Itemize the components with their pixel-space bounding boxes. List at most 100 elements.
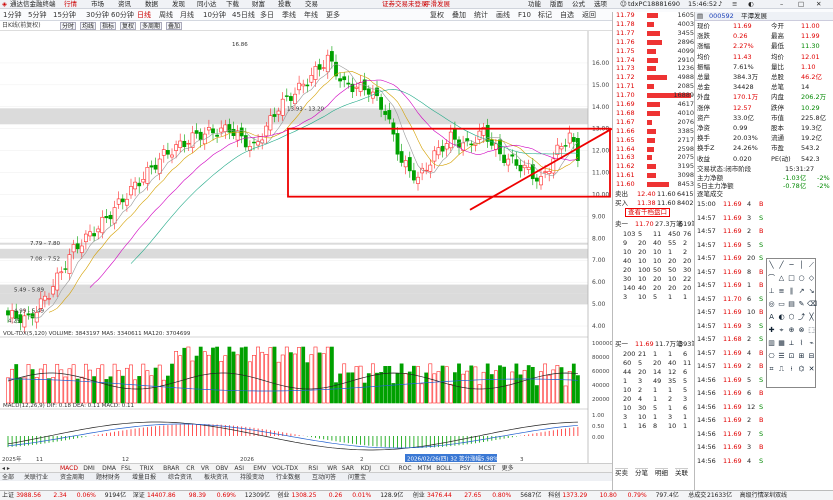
nav-market[interactable]: 市场 xyxy=(91,0,104,9)
drawing-tool-icon[interactable]: ─ xyxy=(787,261,796,270)
drawing-tool-icon[interactable]: ╱ xyxy=(777,261,786,270)
drawing-tool-icon[interactable]: ◐ xyxy=(777,313,786,322)
info-tab[interactable]: 互动问答 xyxy=(312,473,336,482)
drawing-tool-icon[interactable]: ⌬ xyxy=(797,365,806,374)
info-tab[interactable]: 持股变动 xyxy=(240,473,264,482)
ladder-row[interactable]: 11.74 2910 xyxy=(613,56,695,65)
ladder-row[interactable]: 11.76 2896 xyxy=(613,38,695,47)
drawing-tool-icon[interactable]: ≡ xyxy=(777,287,786,296)
drawing-tool-icon[interactable]: ╲ xyxy=(767,261,776,270)
menu-options[interactable]: 选项 xyxy=(594,0,607,9)
period-daily[interactable]: 日线 xyxy=(137,9,151,21)
info-tab[interactable]: 板块资讯 xyxy=(204,473,228,482)
back-button[interactable]: 返回 xyxy=(582,9,596,21)
ladder-row[interactable]: 11.71 2085 xyxy=(613,83,695,91)
period-60min[interactable]: 60分钟 xyxy=(111,9,134,21)
drawing-tool-icon[interactable]: │ xyxy=(797,261,806,270)
watchlist-button[interactable]: 自选 xyxy=(560,9,574,21)
period-5min[interactable]: 5分钟 xyxy=(28,9,46,21)
ladder-row[interactable]: 11.73 1236 xyxy=(613,65,695,73)
drawing-tool-icon[interactable]: ✎ xyxy=(797,300,806,309)
drawing-tool-icon[interactable]: □ xyxy=(787,274,796,283)
drawline-button[interactable]: 画线 xyxy=(496,9,510,21)
drawing-tool-icon[interactable]: ⊟ xyxy=(807,352,816,361)
drawing-tool-icon[interactable]: ╳ xyxy=(807,313,816,322)
ladder-row[interactable]: 11.65 2717 xyxy=(613,136,695,145)
period-more[interactable]: 更多 xyxy=(326,9,340,21)
drawing-tool-icon[interactable]: ⌖ xyxy=(777,326,786,335)
period-monthly[interactable]: 月线 xyxy=(180,9,194,21)
nav-data[interactable]: 数据 xyxy=(145,0,158,9)
period-15min[interactable]: 15分钟 xyxy=(53,9,76,21)
menu-icon[interactable]: ≡ xyxy=(732,0,737,9)
period-30min[interactable]: 30分钟 xyxy=(86,9,109,21)
ladder-row[interactable]: 11.60 8453 xyxy=(613,181,695,189)
drawing-tool-icon[interactable]: ⟋ xyxy=(807,261,816,270)
drawing-tool-icon[interactable]: ○ xyxy=(797,274,806,283)
info-tab[interactable]: 关联行业 xyxy=(24,473,48,482)
drawing-tool-icon[interactable]: △ xyxy=(777,274,786,283)
info-tab[interactable]: 综合资讯 xyxy=(168,473,192,482)
mark-button[interactable]: 标记 xyxy=(538,9,552,21)
view-orderbook-button[interactable]: 查看千档盘口 xyxy=(625,208,670,217)
nav-wealth[interactable]: 财富 xyxy=(252,0,265,9)
drawing-tool-icon[interactable]: ⊥ xyxy=(767,287,776,296)
ladder-row[interactable]: 11.79 1605 xyxy=(613,11,695,20)
nav-education[interactable]: 投教 xyxy=(278,0,291,9)
nav-tongxiaoda[interactable]: 同小达 xyxy=(197,0,217,9)
ladder-row[interactable]: 11.70 16889 xyxy=(613,92,695,100)
adjust-button[interactable]: 复权 xyxy=(430,9,444,21)
drawing-tool-icon[interactable]: ☰ xyxy=(777,352,786,361)
period-yearly[interactable]: 年线 xyxy=(304,9,318,21)
minimize-icon[interactable]: – xyxy=(780,0,783,9)
chart-btn-indicator[interactable]: 指标 xyxy=(100,22,117,30)
drawing-tool-icon[interactable]: ⍿ xyxy=(787,365,796,374)
drawing-tool-icon[interactable]: A xyxy=(767,313,776,322)
drawing-tool-icon[interactable]: ⌇ xyxy=(797,339,806,348)
detail-tab[interactable]: 分笔 xyxy=(635,468,648,477)
kline-chart-svg[interactable]: 16.0015.0014.0013.0012.0011.0010.009.008… xyxy=(0,31,612,463)
detail-tab[interactable]: 关联 xyxy=(675,468,688,477)
chart-btn-overlay[interactable]: 叠加 xyxy=(166,22,183,30)
drawing-tool-icon[interactable]: ⤴ xyxy=(797,313,806,322)
drawing-tool-icon[interactable]: ◎ xyxy=(767,300,776,309)
f10-button[interactable]: F10 xyxy=(518,9,531,21)
drawing-tool-icon[interactable]: ⬚ xyxy=(807,326,816,335)
drawing-tool-icon[interactable]: ◇ xyxy=(807,274,816,283)
drawing-tool-icon[interactable]: ∥ xyxy=(787,287,796,296)
info-tab[interactable]: 问董宝 xyxy=(348,473,366,482)
skin-icon[interactable]: ◐ xyxy=(748,0,754,9)
drawing-tool-icon[interactable]: ▭ xyxy=(777,300,786,309)
info-tab[interactable]: 全部 xyxy=(2,473,14,482)
kline-chart[interactable]: 16.00 15.00 14.00 13.00 12.00 11.00 10.00 9.00 8… xyxy=(0,31,612,463)
info-tab[interactable]: 增量日报 xyxy=(132,473,156,482)
nav-news[interactable]: 资讯 xyxy=(118,0,131,9)
ladder-row[interactable]: 11.64 2598 xyxy=(613,145,695,154)
drawing-tool-icon[interactable]: ⎔ xyxy=(767,352,776,361)
close-icon[interactable]: ✕ xyxy=(816,0,821,9)
drawing-tool-icon[interactable]: ⌫ xyxy=(807,300,817,309)
info-tab[interactable]: 题材财务 xyxy=(96,473,120,482)
drawing-tool-icon[interactable]: ⊞ xyxy=(797,352,806,361)
detail-tab[interactable]: 明细 xyxy=(655,468,668,477)
bell-icon[interactable]: ♪ xyxy=(718,0,722,9)
info-tab[interactable]: 行业数据 xyxy=(276,473,300,482)
period-weekly[interactable]: 周线 xyxy=(159,9,173,21)
login-notice[interactable]: 证券交易未登录 xyxy=(382,0,428,9)
period-quarterly[interactable]: 季线 xyxy=(282,9,296,21)
nav-quote[interactable]: 行情 xyxy=(64,0,77,9)
drawing-tool-icon[interactable]: ⎍ xyxy=(777,365,786,374)
period-1min[interactable]: 1分钟 xyxy=(3,9,21,21)
period-45day[interactable]: 45日线 xyxy=(232,9,255,21)
maximize-icon[interactable]: □ xyxy=(798,0,804,9)
period-10min[interactable]: 10分钟 xyxy=(203,9,226,21)
drawing-tool-icon[interactable]: ⊗ xyxy=(797,326,806,335)
ladder-row[interactable]: 11.63 2075 xyxy=(613,154,695,162)
drawing-tool-icon[interactable]: ⬡ xyxy=(787,313,796,322)
chart-btn-multiperiod[interactable]: 多周期 xyxy=(140,22,163,30)
drawing-tool-icon[interactable]: ✚ xyxy=(767,326,776,335)
period-multiday[interactable]: 多日 xyxy=(260,9,274,21)
nav-download[interactable]: 下载 xyxy=(226,0,239,9)
ladder-row[interactable]: 11.67 2076 xyxy=(613,118,695,127)
drawing-tool-icon[interactable]: ⌁ xyxy=(807,339,816,348)
